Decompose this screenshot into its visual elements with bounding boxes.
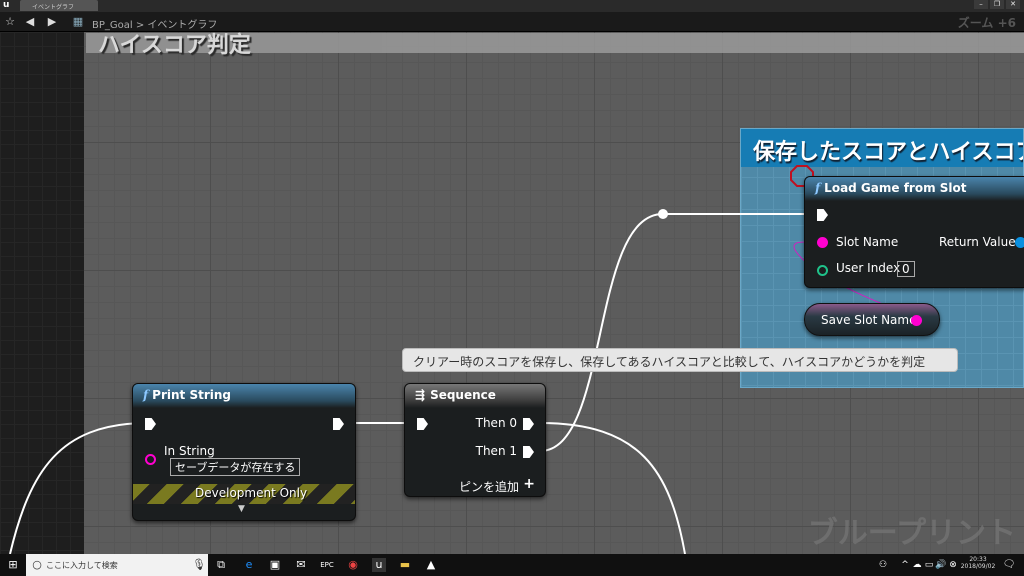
mail-icon[interactable]: ✉ <box>294 558 308 572</box>
variable-out-pin[interactable] <box>911 315 922 326</box>
variable-label: Save Slot Name <box>821 313 917 327</box>
node-title: Sequence <box>430 388 496 402</box>
ime-icon[interactable]: ⊗ <box>946 558 960 572</box>
notification-icon[interactable]: 🗨 <box>1002 558 1016 572</box>
return-value-pin[interactable] <box>1015 237 1024 248</box>
store-icon[interactable]: ▣ <box>268 558 282 572</box>
clock[interactable]: 20:33 2018/09/02 <box>960 556 996 570</box>
unreal-editor-icon[interactable]: u <box>372 558 386 572</box>
cortana-circle-icon: ○ <box>32 558 42 571</box>
taskbar-search-box[interactable]: ここに入力して検索 <box>26 554 208 576</box>
microphone-icon[interactable]: 🎙 <box>192 558 206 572</box>
windows-start-icon[interactable]: ⊞ <box>6 558 20 572</box>
node-title: Load Game from Slot <box>824 181 967 195</box>
chrome-icon[interactable]: ◉ <box>346 558 360 572</box>
then1-label: Then 1 <box>475 444 517 458</box>
save-slot-name-variable-node[interactable]: Save Slot Name <box>804 303 940 336</box>
exec-in-pin[interactable] <box>817 209 828 221</box>
wire-then1 <box>539 213 815 452</box>
task-view-icon[interactable]: ⧉ <box>214 558 228 572</box>
add-pin-plus-icon[interactable]: + <box>523 476 535 492</box>
blueprint-watermark: ブループリント <box>807 516 1016 551</box>
dev-only-label: Development Only <box>195 486 308 500</box>
slot-name-pin[interactable] <box>817 237 828 248</box>
in-string-field[interactable]: セーブデータが存在する <box>170 458 301 476</box>
print-string-node[interactable]: f Print String In String セーブデータが存在する Deve… <box>132 383 356 521</box>
user-index-pin[interactable] <box>817 265 828 276</box>
node-comment-bubble: クリアー時のスコアを保存し、保存してあるハイスコアと比較して、ハイスコアかどうか… <box>402 348 958 372</box>
user-index-label: User Index <box>836 261 901 275</box>
in-string-label: In String <box>164 444 215 458</box>
load-game-from-slot-node[interactable]: f Load Game from Slot Slot Name Return Va… <box>804 176 1024 288</box>
exec-out-pin[interactable] <box>333 418 344 430</box>
epic-launcher-icon[interactable]: EPC <box>320 558 334 572</box>
clock-time: 20:33 <box>969 556 987 563</box>
sequence-node[interactable]: ⇶ Sequence Then 0 Then 1 ピンを追加 + <box>404 383 546 497</box>
function-icon: f <box>815 181 821 195</box>
exec-in-pin[interactable] <box>145 418 156 430</box>
photos-icon[interactable]: ▲ <box>424 558 438 572</box>
wire-exec-in <box>9 422 144 555</box>
sequence-icon: ⇶ <box>415 388 426 402</box>
slot-name-label: Slot Name <box>836 235 899 249</box>
function-icon: f <box>143 388 149 402</box>
search-placeholder: ここに入力して検索 <box>46 561 118 570</box>
file-explorer-icon[interactable]: ▬ <box>398 558 412 572</box>
expand-chevron-icon[interactable]: ▼ <box>238 504 245 514</box>
in-string-pin[interactable] <box>145 454 156 465</box>
node-title: Print String <box>152 388 231 402</box>
then0-pin[interactable] <box>523 418 534 430</box>
reroute-node <box>658 209 668 219</box>
then0-label: Then 0 <box>475 416 517 430</box>
clock-date: 2018/09/02 <box>960 563 996 570</box>
exec-in-pin[interactable] <box>417 418 428 430</box>
user-index-field[interactable]: 0 <box>897 261 915 277</box>
add-pin-label[interactable]: ピンを追加 <box>459 478 519 495</box>
then1-pin[interactable] <box>523 446 534 458</box>
edge-icon[interactable]: e <box>242 558 256 572</box>
return-value-label: Return Value <box>939 235 1016 249</box>
people-icon[interactable]: ⚇ <box>876 558 890 572</box>
